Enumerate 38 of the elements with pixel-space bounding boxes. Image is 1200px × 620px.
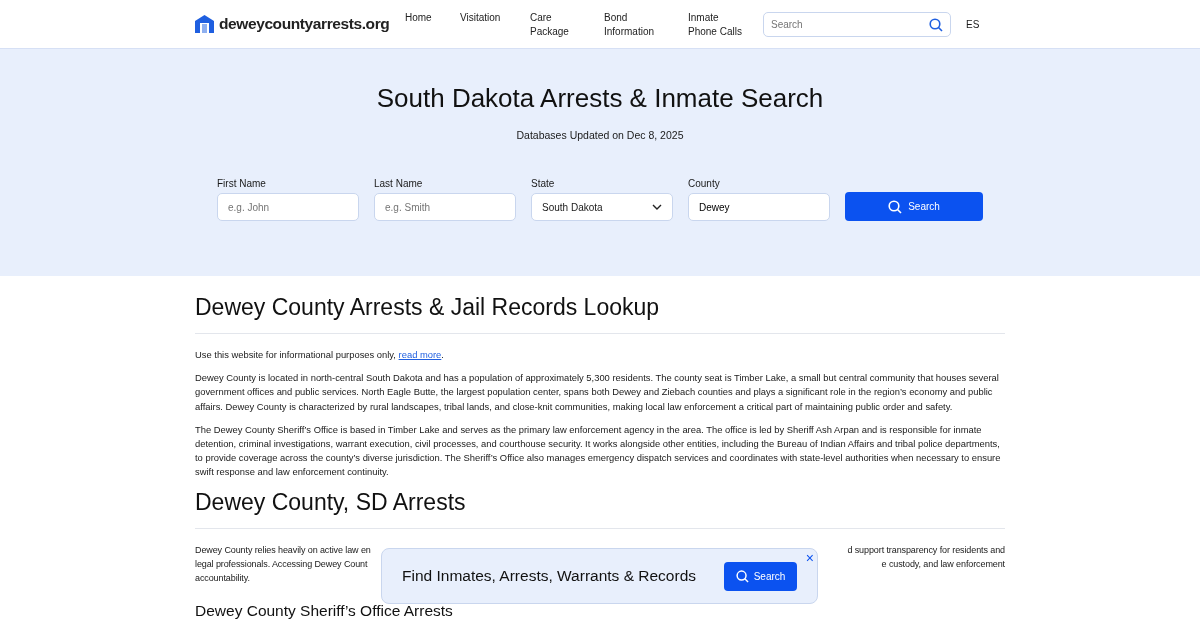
search-button[interactable]: Search	[845, 192, 983, 222]
field-label: State	[531, 178, 556, 190]
search-button[interactable]: Search	[724, 561, 797, 591]
state-dropdown[interactable]: South Dakota	[531, 193, 673, 222]
section-heading: Dewey County, SD Arrests	[195, 488, 467, 516]
chevron-down-icon	[652, 204, 662, 211]
nav-link[interactable]: Visitation	[460, 11, 510, 25]
search-icon[interactable]	[929, 17, 943, 32]
house-icon	[195, 15, 214, 33]
field-label: Last Name	[374, 178, 424, 190]
paragraph-line: legal professionals. Accessing Dewey Count	[195, 557, 368, 571]
hero-title: South Dakota Arrests & Inmate Search	[376, 83, 824, 114]
paragraph-line: accountability.	[195, 572, 250, 586]
field-label: First Name	[217, 178, 267, 190]
site-logo[interactable]: deweycountyarrests.org	[219, 15, 390, 33]
search-field[interactable]: Search	[763, 11, 951, 37]
page-heading: Dewey County Arrests & Jail Records Lookup	[195, 294, 661, 321]
field-label: County	[688, 178, 721, 190]
nav-link[interactable]: Care Package	[530, 11, 584, 39]
banner-text: Find Inmates, Arrests, Warrants & Records	[402, 567, 697, 585]
paragraph-line: Dewey County relies heavily on active law en	[195, 543, 371, 557]
input-field[interactable]: e.g. Smith	[374, 193, 516, 222]
close-button[interactable]: ×	[805, 551, 814, 565]
input-field[interactable]: e.g. John	[217, 193, 359, 222]
notice-text: Use this website for informational purposes only, read more.	[195, 348, 445, 362]
search-icon	[888, 199, 903, 214]
update-date: Databases Updated on Dec 8, 2025	[516, 128, 684, 143]
paragraph: The Dewey County Sheriff’s Office is based in Timber Lake and serves as the primary law enforcement agency in the area. The office is led by Sheriff Ash Arpan and is responsible for inmate detention, criminal investigations, warrant execution, civil processes, and courthouse security. It works alongside other entities, including the Bureau of Indian Affairs and tribal police departments, to provide coverage across the county’s diverse jurisdiction. The Sheriff’s Office also manages emergency dispatch services and coordinates with state-level authorities when necessary to ensure swift response and law enforcement continuity.	[195, 422, 1002, 480]
paragraph-line: d support transparency for residents and	[847, 543, 1005, 557]
paragraph: Dewey County is located in north-central South Dakota and has a population of approximately 5,300 residents. The county seat is Timber Lake, a small but central community that houses several government offices and public services. North Eagle Butte, the largest population center, spans both Dewey and Ziebach counties and plays a significant role in the region’s economy and public affairs. Dewey County is characterized by rural landscapes, tribal lands, and close-knit communities, making local law enforcement a critical part of maintaining public order and safety.	[195, 371, 1000, 414]
paragraph-line: e custody, and law enforcement	[881, 557, 1005, 571]
nav-link[interactable]: Home	[405, 11, 440, 25]
search-icon	[735, 569, 749, 583]
nav-link[interactable]: Bond Information	[604, 11, 668, 39]
nav-link[interactable]: Inmate Phone Calls	[688, 11, 748, 39]
section-heading: Dewey County Sheriff’s Office Arrests	[195, 603, 454, 620]
language-link[interactable]: ES	[966, 18, 980, 30]
input-field[interactable]: Dewey	[688, 193, 830, 222]
